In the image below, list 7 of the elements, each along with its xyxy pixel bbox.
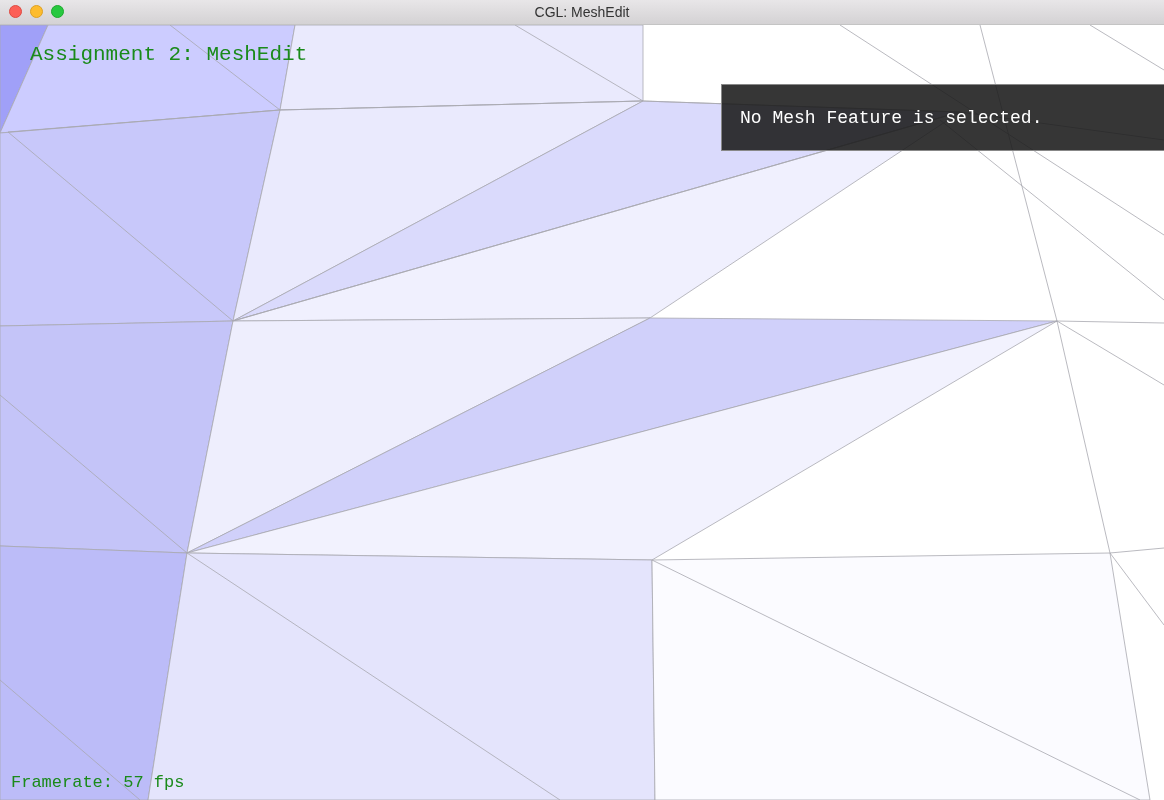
assignment-heading: Assignment 2: MeshEdit xyxy=(30,43,308,66)
window-title: CGL: MeshEdit xyxy=(534,4,630,20)
minimize-button[interactable] xyxy=(30,5,43,18)
status-message: No Mesh Feature is selected. xyxy=(740,107,1043,128)
framerate-label: Framerate: 57 fps xyxy=(11,773,185,792)
zoom-button[interactable] xyxy=(51,5,64,18)
close-button[interactable] xyxy=(9,5,22,18)
